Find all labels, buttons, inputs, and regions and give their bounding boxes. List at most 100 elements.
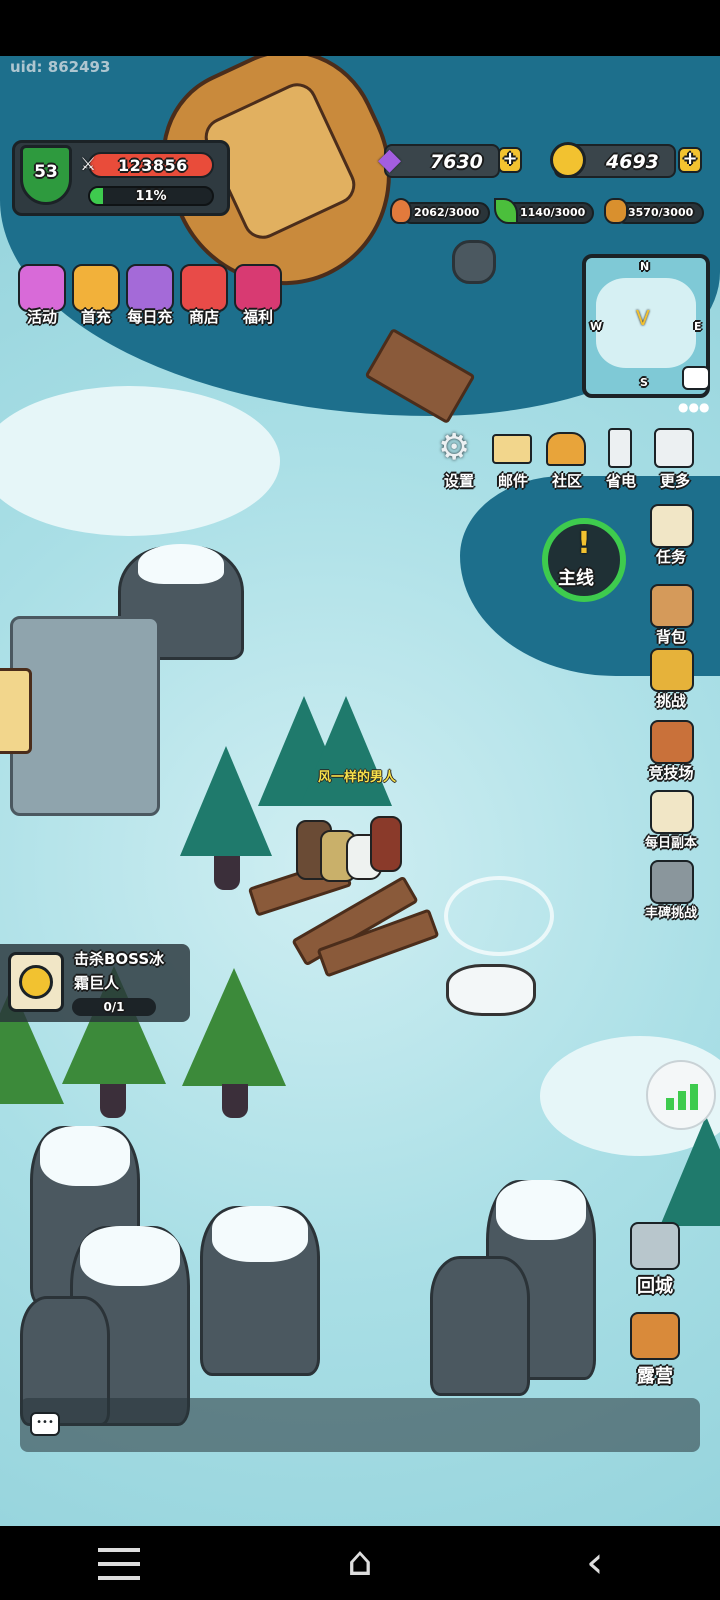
slash-effect xyxy=(444,876,554,956)
level-badge[interactable]: 53 xyxy=(20,145,72,205)
quest-progress: 0/1 xyxy=(72,998,156,1016)
menu-events[interactable]: 活动 xyxy=(12,264,72,334)
recent-apps-icon[interactable] xyxy=(98,1548,140,1582)
compass-west: W xyxy=(590,320,603,333)
uid-label: uid: 862493 xyxy=(10,58,111,76)
helmet-icon xyxy=(650,648,694,692)
arena-icon xyxy=(650,720,694,764)
quest-title-line2: 霜巨人 xyxy=(74,974,120,992)
gold-coin-icon xyxy=(550,142,586,178)
snow-cap xyxy=(496,1180,586,1240)
side-backpack[interactable]: 背包 xyxy=(636,584,710,648)
signal-bar xyxy=(690,1084,698,1110)
quest-gold-icon xyxy=(8,952,64,1012)
tree-trunk xyxy=(100,1084,126,1118)
side-arena[interactable]: 竞技场 xyxy=(630,720,714,784)
menu-shop-label: 商店 xyxy=(188,308,219,326)
community-button[interactable]: 社区 xyxy=(540,428,592,492)
combat-power-value: 123856 xyxy=(118,156,188,175)
snow-rock xyxy=(452,240,496,284)
back-icon[interactable]: ‹ xyxy=(586,1538,616,1588)
pine-tree xyxy=(300,696,392,806)
side-backpack-label: 背包 xyxy=(655,628,686,646)
side-menu: 任务 背包 挑战 竞技场 每日副本 丰碑挑战 xyxy=(636,504,720,924)
house-icon xyxy=(546,432,586,466)
camera-icon[interactable] xyxy=(682,366,710,390)
resource-meat-value: 2062/3000 xyxy=(414,206,480,219)
menu-daily-recharge-label: 每日充 xyxy=(127,308,173,326)
side-monument[interactable]: 丰碑挑战 xyxy=(630,860,714,924)
top-menu: 活动 首充 每日充 商店 福利 xyxy=(12,264,282,334)
add-gems-button[interactable]: + xyxy=(498,147,522,173)
player-marker-icon: V xyxy=(636,306,650,330)
crown-king-icon xyxy=(72,264,120,312)
mail-icon xyxy=(492,434,532,464)
monument-icon xyxy=(650,860,694,904)
polar-bear-defeated[interactable] xyxy=(446,964,536,1016)
hero-party[interactable] xyxy=(290,800,410,896)
compass-south: S xyxy=(640,376,648,389)
side-quests-label: 任务 xyxy=(655,548,686,566)
menu-welfare[interactable]: 福利 xyxy=(228,264,288,334)
ore-icon xyxy=(604,198,628,224)
compass-north: N xyxy=(640,260,650,273)
network-signal-button[interactable] xyxy=(646,1060,716,1130)
home-icon[interactable]: ⌂ xyxy=(338,1540,382,1584)
chat-bar[interactable]: ••• xyxy=(20,1398,700,1452)
camp-button[interactable]: 露营 xyxy=(620,1312,696,1392)
backpack-icon xyxy=(650,584,694,628)
side-daily-dungeon[interactable]: 每日副本 xyxy=(630,790,714,854)
crossed-swords-icon: ⚔ xyxy=(80,154,97,175)
pine-tree xyxy=(182,968,286,1086)
menu-first-recharge[interactable]: 首充 xyxy=(66,264,126,334)
side-quests[interactable]: 任务 xyxy=(636,504,710,568)
snow-cap xyxy=(138,544,224,584)
gear-icon: ⚙ xyxy=(438,427,471,468)
more-button[interactable]: 更多 xyxy=(648,428,700,492)
menu-line xyxy=(98,1576,140,1580)
menu-shop[interactable]: 商店 xyxy=(174,264,234,334)
menu-daily-recharge[interactable]: 每日充 xyxy=(120,264,180,334)
more-label: 更多 xyxy=(659,472,690,490)
meat-icon xyxy=(390,198,412,224)
menu-line xyxy=(98,1548,140,1552)
menu-events-label: 活动 xyxy=(26,308,57,326)
return-city-button[interactable]: 回城 xyxy=(620,1222,696,1302)
power-save-button[interactable]: 省电 xyxy=(594,428,646,492)
tree-trunk xyxy=(222,1084,248,1118)
quest-title-line1: 击杀BOSS冰 xyxy=(74,950,165,968)
main-quest-button[interactable]: ! 主线 xyxy=(542,518,626,602)
main-quest-label: 主线 xyxy=(558,568,594,589)
statue-portal xyxy=(0,668,32,754)
exp-bar: 11% xyxy=(88,186,214,206)
grid-icon xyxy=(654,428,694,468)
camp-label: 露营 xyxy=(637,1366,673,1387)
gift-box-icon xyxy=(234,264,282,312)
resource-leaf-value: 1140/3000 xyxy=(520,206,586,219)
side-challenge[interactable]: 挑战 xyxy=(636,648,710,712)
character-name-label: 风一样的男人 xyxy=(318,770,397,785)
settings-button[interactable]: ⚙ 设置 xyxy=(432,428,484,492)
compass-east: E xyxy=(694,320,702,333)
menu-line xyxy=(98,1562,140,1566)
chat-bubble-icon[interactable]: ••• xyxy=(30,1412,60,1436)
system-nav-bar: ⌂ ‹ xyxy=(0,1526,720,1600)
exp-percent: 11% xyxy=(135,189,167,204)
more-dots-icon[interactable]: ●●● xyxy=(678,400,709,414)
side-daily-dungeon-label: 每日副本 xyxy=(644,836,697,851)
side-monument-label: 丰碑挑战 xyxy=(644,906,697,921)
treasure-crate-icon xyxy=(126,264,174,312)
combat-power-bar: ⚔ 123856 xyxy=(80,152,214,178)
add-gold-button[interactable]: + xyxy=(678,147,702,173)
mail-button[interactable]: 邮件 xyxy=(486,428,538,492)
map-scroll-icon xyxy=(650,790,694,834)
campfire-tent-icon xyxy=(630,1312,680,1360)
menu-welfare-label: 福利 xyxy=(242,308,273,326)
level-value: 53 xyxy=(34,162,58,182)
resource-meat: 2062/3000 xyxy=(400,202,490,224)
status-bar xyxy=(0,0,720,56)
resource-ore-value: 3570/3000 xyxy=(628,206,694,219)
gem-value: 7630 xyxy=(430,151,483,173)
snow-cap xyxy=(40,1126,130,1186)
side-arena-label: 竞技场 xyxy=(648,764,694,782)
